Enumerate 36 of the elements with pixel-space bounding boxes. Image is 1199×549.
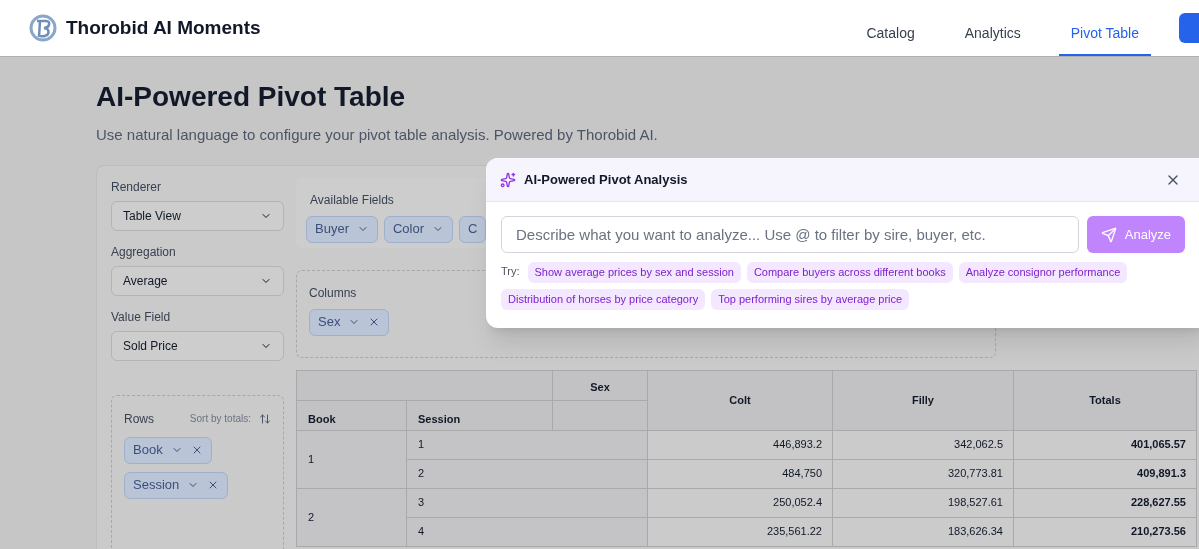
select-label: Value Field (111, 308, 172, 326)
column-header: Colt (647, 370, 833, 430)
table-cell: 183,626.34 (832, 517, 1014, 546)
table-cell: 484,750 (647, 459, 833, 488)
row-field-header: Session (406, 400, 553, 430)
table-cell: 401,065.57 (1013, 430, 1197, 459)
row-header: 4 (406, 517, 648, 546)
try-label: Try: (501, 264, 520, 279)
sort-label: Sort by totals: (189, 412, 251, 426)
table-cell: 228,627.55 (1013, 488, 1197, 517)
table-cell: 210,273.56 (1013, 517, 1197, 546)
page-subtitle: Use natural language to configure your pivot table analysis. Powered by Thorobid AI. (96, 125, 659, 145)
zone-label: Rows (124, 410, 154, 428)
row-header: 1 (406, 430, 648, 459)
row-header: 2 (296, 488, 407, 546)
page-title: AI-Powered Pivot Table (96, 80, 407, 114)
row-header: 1 (296, 430, 407, 488)
table-cell: 320,773.81 (832, 459, 1014, 488)
column-header: Filly (832, 370, 1014, 430)
dialog-title: AI-Powered Pivot Analysis (524, 170, 688, 189)
select-label: Renderer (111, 178, 163, 196)
row-field-header: Book (296, 400, 407, 430)
table-cell: 409,891.3 (1013, 459, 1197, 488)
table-cell: 342,062.5 (832, 430, 1014, 459)
table-cell: 446,893.2 (647, 430, 833, 459)
select-label: Aggregation (111, 243, 177, 261)
table-cell: 235,561.22 (647, 517, 833, 546)
zone-label: Available Fields (310, 191, 394, 209)
table-cell: 250,052.4 (647, 488, 833, 517)
table-cell: 198,527.61 (832, 488, 1014, 517)
row-header: 2 (406, 459, 648, 488)
column-header: Totals (1013, 370, 1197, 430)
zone-label: Columns (309, 284, 357, 302)
column-field-header: Sex (552, 370, 648, 400)
row-header: 3 (406, 488, 648, 517)
brand-name: Thorobid AI Moments (66, 15, 261, 40)
